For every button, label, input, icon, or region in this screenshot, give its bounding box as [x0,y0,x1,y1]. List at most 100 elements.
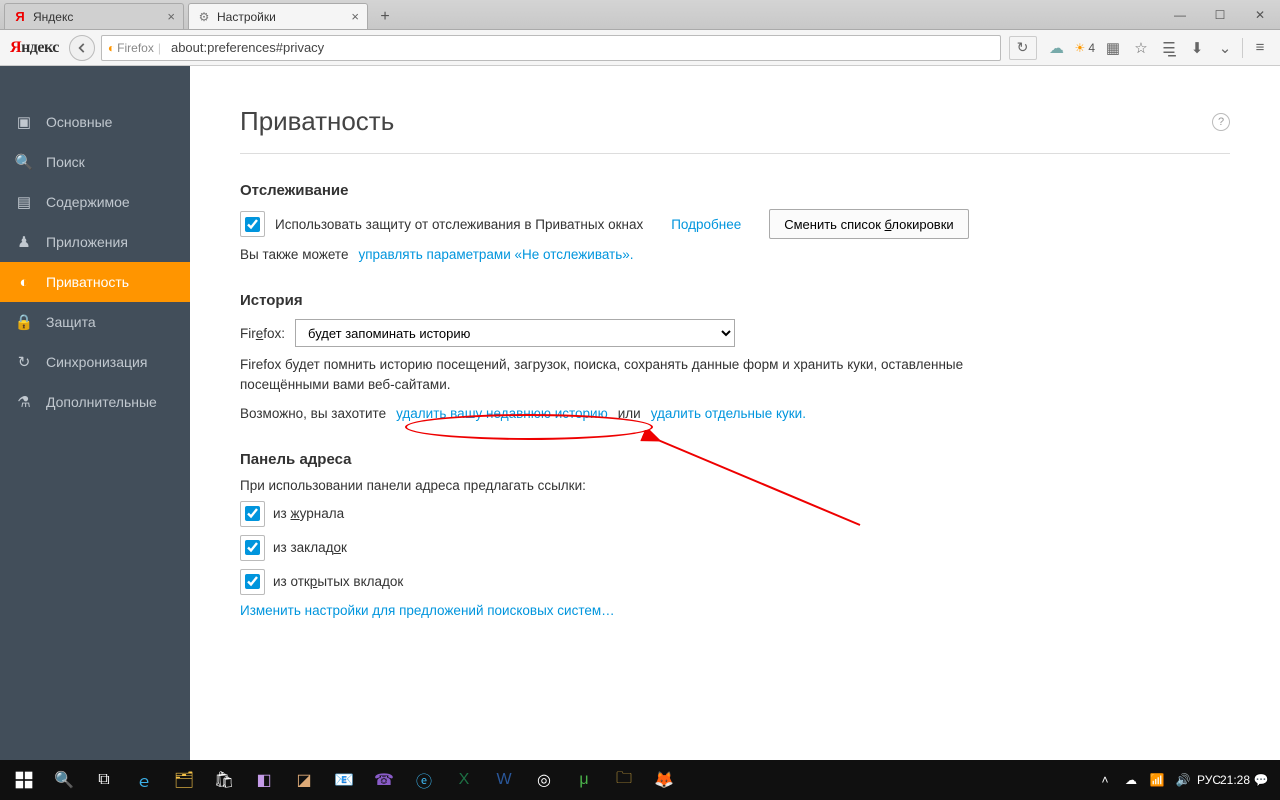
pocket-icon[interactable]: ⌄ [1211,34,1239,62]
close-window-button[interactable]: ✕ [1240,0,1280,30]
history-description: Firefox будет помнить историю посещений,… [240,355,1000,396]
edge-icon[interactable]: ｅ [124,760,164,800]
remove-cookies-link[interactable]: удалить отдельные куки. [651,406,806,421]
suggest-opentabs-checkbox[interactable]: из открытых вкладок [240,569,1230,595]
excel-icon[interactable]: X [444,760,484,800]
language-indicator[interactable]: РУС [1200,773,1218,787]
section-tracking: Отслеживание Использовать защиту от отсл… [240,182,1230,262]
favicon-settings: ⚙ [197,10,211,24]
sidebar-item-privacy[interactable]: ◐ Приватность [0,262,190,302]
downloads-icon[interactable]: ⬇ [1183,34,1211,62]
chrome-icon[interactable]: ◎ [524,760,564,800]
weather-cloud-icon[interactable]: ☁ [1043,34,1071,62]
sidebar-item-content[interactable]: ▤Содержимое [0,182,190,222]
sidebar-item-search[interactable]: 🔍 Поиск [0,142,190,182]
library-icon[interactable]: ☰̲ [1155,34,1183,62]
viber-icon[interactable]: ☎ [364,760,404,800]
tracking-protection-checkbox[interactable] [240,211,265,237]
lock-icon: 🔒 [14,312,34,332]
back-button[interactable] [69,35,95,61]
menu-icon[interactable]: ≡ [1246,34,1274,62]
extension-icon[interactable]: ▦ [1099,34,1127,62]
help-icon[interactable]: ? [1212,113,1230,131]
tab-strip: Я Яндекс × ⚙ Настройки × + — ☐ ✕ [0,0,1280,30]
search-icon: 🔍 [14,152,34,172]
sidebar-item-sync[interactable]: ↻ Синхронизация [0,342,190,382]
sidebar-label: Содержимое [46,194,130,210]
dnt-link[interactable]: управлять параметрами «Не отслеживать». [358,247,633,262]
minimize-button[interactable]: — [1160,0,1200,30]
identity-box[interactable]: ◐ Firefox | [108,41,165,55]
section-heading: Панель адреса [240,451,1230,468]
file-explorer-icon[interactable]: 🗂 [164,760,204,800]
tab-yandex[interactable]: Я Яндекс × [4,3,184,29]
sidebar-item-advanced[interactable]: ⚗Дополнительные [0,382,190,422]
section-heading: История [240,292,1230,309]
onedrive-icon[interactable]: ☁ [1122,773,1140,787]
app-icon-2[interactable]: ◪ [284,760,324,800]
sidebar-label: Приватность [46,274,129,290]
start-button[interactable] [4,760,44,800]
store-icon[interactable]: 🛍 [204,760,244,800]
history-maybe-prefix: Возможно, вы захотите [240,406,386,421]
taskbar-search-icon[interactable]: 🔍 [44,760,84,800]
system-tray: ˄ ☁ 📶 🔊 РУС 21:28 💬 [1096,773,1276,787]
outlook-icon[interactable]: 📧 [324,760,364,800]
windows-taskbar: 🔍 ⧉ ｅ 🗂 🛍 ◧ ◪ 📧 ☎ ⓔ X W ◎ μ 🗀 🦊 ˄ ☁ 📶 🔊 … [0,760,1280,800]
ie-icon[interactable]: ⓔ [404,760,444,800]
wifi-icon[interactable]: 📶 [1148,773,1166,787]
weather-widget[interactable]: ☀ 4 [1071,41,1099,55]
checkbox-label: Использовать защиту от отслеживания в Пр… [275,217,643,232]
clock[interactable]: 21:28 [1226,773,1244,787]
sidebar-label: Дополнительные [46,394,157,410]
clear-recent-history-link[interactable]: удалить вашу недавнюю историю [396,406,608,421]
history-mode-select[interactable]: будет запоминать историю [295,319,735,347]
url-bar[interactable]: ◐ Firefox | [101,35,1001,61]
close-icon[interactable]: × [351,9,359,24]
section-history: История Firefox: будет запоминать истори… [240,292,1230,421]
sidebar-label: Поиск [46,154,85,170]
learn-more-link[interactable]: Подробнее [671,217,741,232]
page-header: Приватность ? [240,106,1230,154]
yandex-logo[interactable]: Яндекс [10,39,59,57]
sidebar-label: Синхронизация [46,354,147,370]
sidebar-item-general[interactable]: ▣Основные [0,102,190,142]
identity-label: Firefox [117,41,154,55]
suggest-bookmarks-checkbox[interactable]: из закладок [240,535,1230,561]
sidebar-label: Защита [46,314,96,330]
separator [1242,38,1243,58]
sidebar-item-applications[interactable]: ♟Приложения [0,222,190,262]
tab-label: Яндекс [33,10,161,24]
tray-overflow-icon[interactable]: ˄ [1096,773,1114,787]
task-view-icon[interactable]: ⧉ [84,760,124,800]
section-heading: Отслеживание [240,182,1230,199]
close-icon[interactable]: × [167,9,175,24]
utorrent-icon[interactable]: μ [564,760,604,800]
settings-sidebar: ▣Основные 🔍 Поиск ▤Содержимое ♟Приложения… [0,66,190,760]
sidebar-item-security[interactable]: 🔒 Защита [0,302,190,342]
suggest-history-checkbox[interactable]: из журнала [240,501,1230,527]
sync-icon: ↻ [14,352,34,372]
firefox-taskbar-icon[interactable]: 🦊 [644,760,684,800]
favicon-yandex: Я [13,10,27,24]
dnt-prefix: Вы также можете [240,247,348,262]
change-search-settings-link[interactable]: Изменить настройки для предложений поиск… [240,603,615,618]
settings-main: Приватность ? Отслеживание Использовать … [190,66,1280,760]
app-icon-1[interactable]: ◧ [244,760,284,800]
tab-settings[interactable]: ⚙ Настройки × [188,3,368,29]
explorer-window-icon[interactable]: 🗀 [604,760,644,800]
sidebar-label: Приложения [46,234,128,250]
toolbar: Яндекс ◐ Firefox | ↻ ☁ ☀ 4 ▦ ☆ ☰̲ ⬇ ⌄ ≡ [0,30,1280,66]
action-center-icon[interactable]: 💬 [1252,773,1270,787]
bookmark-star-icon[interactable]: ☆ [1127,34,1155,62]
maximize-button[interactable]: ☐ [1200,0,1240,30]
reload-button[interactable]: ↻ [1009,36,1037,60]
history-mode-label: Firefox: [240,326,285,341]
tab-label: Настройки [217,10,345,24]
new-tab-button[interactable]: + [372,5,398,29]
word-icon[interactable]: W [484,760,524,800]
volume-icon[interactable]: 🔊 [1174,773,1192,787]
change-blocklist-button[interactable]: Сменить список блокировки [769,209,968,239]
url-input[interactable] [171,40,994,55]
privacy-icon: ◐ [14,272,34,292]
